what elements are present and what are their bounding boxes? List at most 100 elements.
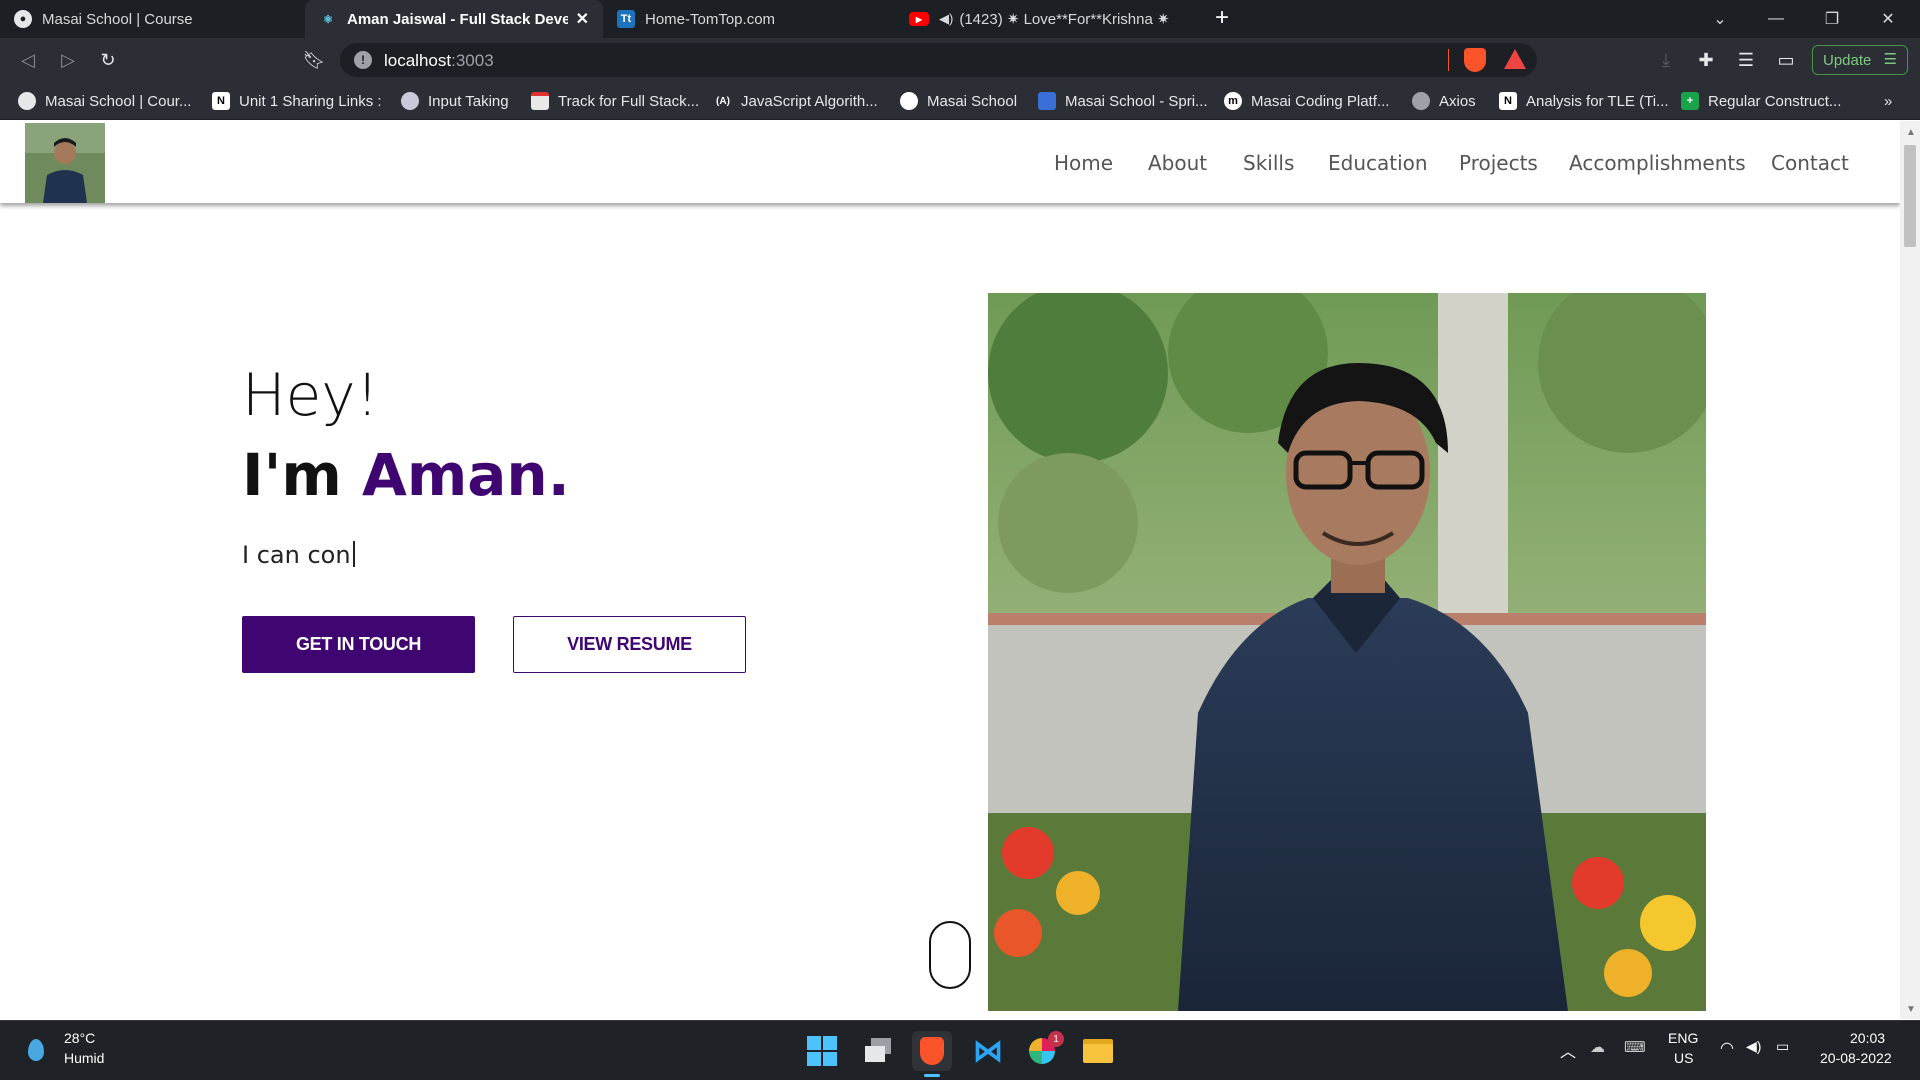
hero-greeting: Hey! [242, 361, 379, 429]
new-tab-button[interactable]: + [1215, 4, 1229, 32]
windows-logo-icon [807, 1036, 837, 1066]
keyboard-icon[interactable]: ⌨ [1624, 1038, 1646, 1056]
bookmark-item[interactable]: Masai School [900, 82, 1017, 120]
taskbar-slack[interactable]: 1 [1022, 1031, 1064, 1071]
scroll-down-indicator[interactable] [929, 921, 971, 989]
youtube-icon: ▶ [909, 12, 929, 26]
battery-icon[interactable]: ▭ [1776, 1038, 1789, 1055]
wifi-icon[interactable]: ◠ [1720, 1038, 1734, 1058]
scroll-up-icon[interactable]: ▲ [1906, 127, 1916, 138]
close-tab-icon[interactable]: ✕ [568, 9, 589, 29]
weather-desc[interactable]: Humid [64, 1050, 104, 1066]
taskbar-brave[interactable] [912, 1031, 952, 1077]
minimize-icon[interactable]: — [1748, 0, 1804, 38]
bookmark-item[interactable]: Input Taking [401, 82, 509, 120]
avatar-image [25, 123, 105, 203]
bookmark-item[interactable]: m Masai Coding Platf... [1224, 82, 1389, 120]
bookmark-item[interactable]: Track for Full Stack... [531, 82, 699, 120]
extensions-icon[interactable]: ✚ [1692, 46, 1720, 74]
bookmark-item[interactable]: (A) JavaScript Algorith... [714, 82, 878, 120]
nav-accomplishments[interactable]: Accomplishments [1569, 151, 1746, 175]
tab-strip: ● Masai School | Course ⚛ Aman Jaiswal -… [0, 0, 1920, 38]
bookmark-icon[interactable]: 🔖︎ [300, 46, 328, 74]
media-queue-icon[interactable]: ☰ [1732, 46, 1760, 74]
scroll-down-icon[interactable]: ▼ [1906, 1004, 1916, 1015]
page-scrollbar[interactable]: ▲ ▼ [1900, 121, 1920, 1019]
bookmark-item[interactable]: Masai School | Cour... [18, 82, 191, 120]
back-icon[interactable]: ◁ [14, 46, 42, 74]
view-resume-button[interactable]: VIEW RESUME [513, 616, 746, 673]
language-top[interactable]: ENG [1668, 1030, 1698, 1046]
active-indicator [924, 1074, 940, 1077]
github-icon [900, 92, 918, 110]
bookmark-item[interactable]: + Regular Construct... [1681, 82, 1841, 120]
weather-drop-icon[interactable] [28, 1039, 44, 1061]
brave-shields-icon[interactable] [1464, 48, 1486, 72]
tab-youtube[interactable]: ▶ ◀) (1423) ✷ Love**For**Krishna ✷ [895, 0, 1200, 38]
avatar-logo[interactable] [25, 123, 105, 203]
bookmarks-overflow-button[interactable]: » [1884, 82, 1892, 120]
globe-icon [1412, 92, 1430, 110]
language-bottom[interactable]: US [1674, 1050, 1693, 1066]
windows-taskbar: 28°C Humid ⋈ 1 ︿ ☁ ⌨ ENG US ◠ ◀) ▭ 20:03… [0, 1020, 1920, 1080]
plus-icon: + [1681, 92, 1699, 110]
notification-badge: 1 [1048, 1031, 1064, 1047]
tab-portfolio[interactable]: ⚛ Aman Jaiswal - Full Stack Develop ✕ [305, 0, 603, 38]
tab-list-chevron-icon[interactable]: ⌄ [1692, 0, 1748, 38]
bookmark-item[interactable]: Axios [1412, 82, 1476, 120]
tomtop-icon: Tt [617, 10, 635, 28]
update-button[interactable]: Update ☰ [1812, 45, 1908, 75]
bookmark-item[interactable]: Masai School - Spri... [1038, 82, 1208, 120]
onedrive-icon[interactable]: ☁ [1590, 1038, 1605, 1056]
tab-tomtop[interactable]: Tt Home-TomTop.com [603, 0, 895, 38]
bookmark-item[interactable]: N Unit 1 Sharing Links : [212, 82, 382, 120]
close-window-icon[interactable]: ✕ [1860, 0, 1916, 38]
nav-about[interactable]: About [1148, 151, 1207, 175]
volume-icon[interactable]: ◀) [1746, 1038, 1761, 1055]
bookmarks-bar: Masai School | Cour... N Unit 1 Sharing L… [0, 82, 1920, 120]
info-icon[interactable]: ! [354, 51, 372, 69]
globe-icon [18, 92, 36, 110]
start-button[interactable] [802, 1031, 842, 1071]
nav-home[interactable]: Home [1054, 151, 1113, 175]
folder-icon [1083, 1039, 1113, 1063]
nav-skills[interactable]: Skills [1243, 151, 1294, 175]
algo-icon: (A) [716, 95, 730, 107]
tab-masai-course[interactable]: ● Masai School | Course [0, 0, 305, 38]
taskbar-file-explorer[interactable] [1078, 1031, 1118, 1071]
url-text[interactable]: localhost:3003 [384, 51, 494, 71]
nav-education[interactable]: Education [1328, 151, 1428, 175]
masai-icon: m [1224, 92, 1242, 110]
notion-icon: N [212, 92, 230, 110]
weather-temp[interactable]: 28°C [64, 1030, 95, 1046]
wallet-icon[interactable]: ▭ [1772, 46, 1800, 74]
calendar-icon [531, 92, 549, 110]
taskbar-vscode[interactable]: ⋈ [968, 1031, 1008, 1071]
menu-icon: ☰ [1883, 51, 1897, 68]
restore-icon[interactable]: ❐ [1804, 0, 1860, 38]
typing-text: I can con [242, 541, 355, 569]
clock-time[interactable]: 20:03 [1850, 1030, 1885, 1046]
reload-icon[interactable]: ↻ [94, 46, 122, 74]
task-view-button[interactable] [858, 1031, 898, 1071]
site-header: Home About Skills Education Projects Acc… [0, 121, 1900, 203]
address-bar[interactable]: ! localhost:3003 [340, 43, 1537, 77]
scrollbar-thumb[interactable] [1904, 145, 1916, 247]
speaker-icon[interactable]: ◀) [939, 11, 953, 27]
forward-icon[interactable]: ▷ [54, 46, 82, 74]
download-icon[interactable]: ⤓ [1652, 46, 1680, 74]
globe-icon: ● [14, 10, 32, 28]
notion-icon: N [1499, 92, 1517, 110]
get-in-touch-button[interactable]: GET IN TOUCH [242, 616, 475, 673]
profile-photo [988, 293, 1706, 1011]
bookmark-item[interactable]: N Analysis for TLE (Ti... [1499, 82, 1669, 120]
typing-caret [352, 541, 355, 567]
chevron-up-icon[interactable]: ︿ [1560, 1038, 1576, 1062]
vscode-icon: ⋈ [973, 1034, 1003, 1068]
nav-contact[interactable]: Contact [1771, 151, 1849, 175]
nav-projects[interactable]: Projects [1459, 151, 1538, 175]
profile-photo-art [988, 293, 1706, 1011]
clock-date[interactable]: 20-08-2022 [1820, 1050, 1892, 1066]
hero-name: Aman. [361, 441, 570, 509]
brave-rewards-icon[interactable] [1504, 49, 1526, 69]
